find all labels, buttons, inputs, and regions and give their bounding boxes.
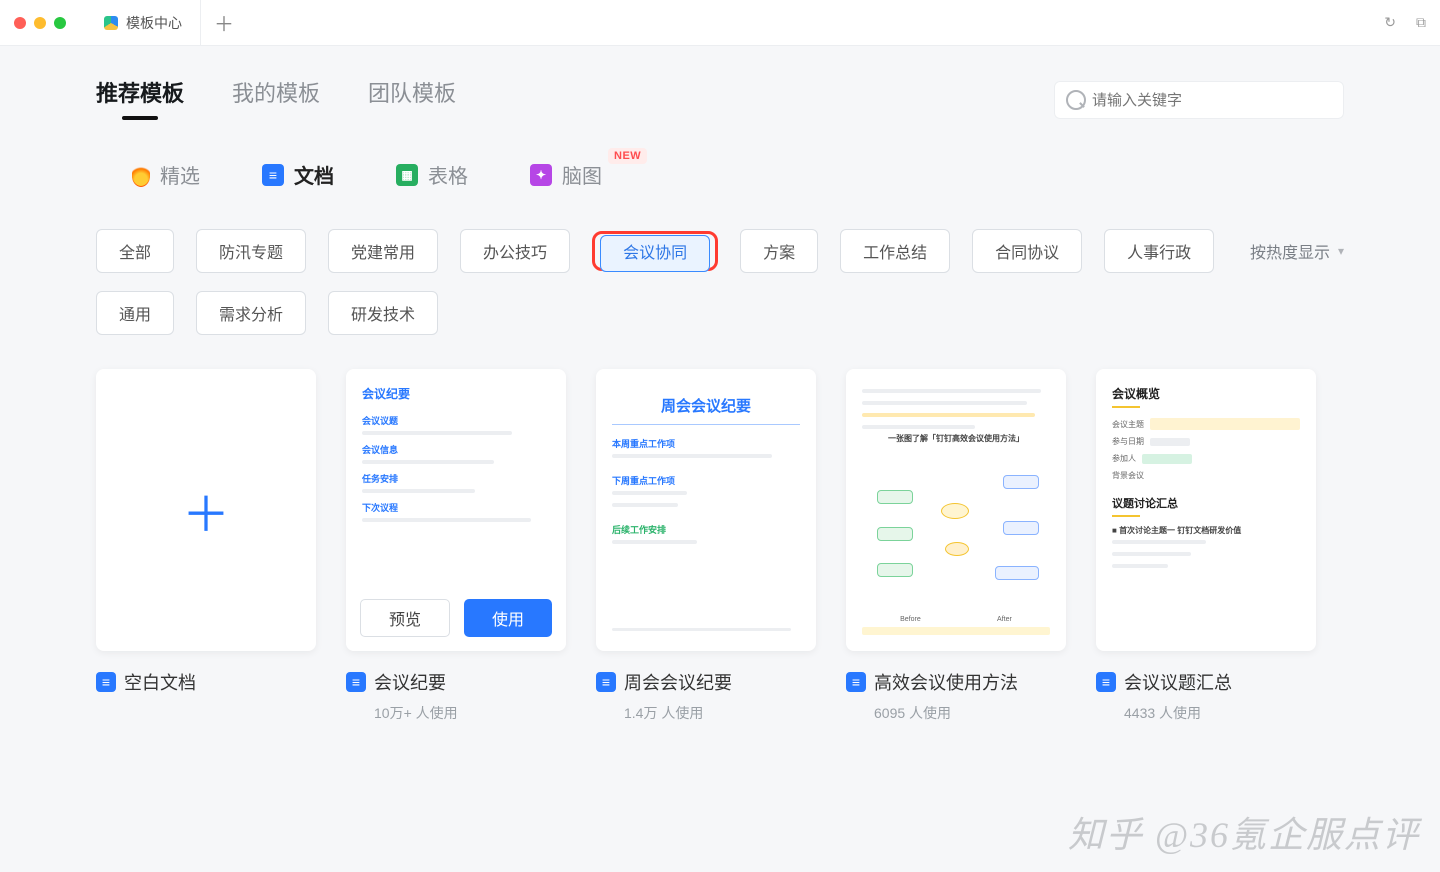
preview-title: 会议概览 bbox=[1112, 385, 1300, 402]
maximize-window-icon[interactable] bbox=[54, 17, 66, 29]
app-menu-icon[interactable]: ⧉ bbox=[1416, 14, 1426, 31]
preview-title: 一张图了解「钉钉高效会议使用方法」 bbox=[862, 433, 1050, 444]
window-controls bbox=[14, 17, 66, 29]
search-box bbox=[1054, 81, 1344, 119]
doc-icon bbox=[346, 672, 366, 692]
preview-section: 任务安排 bbox=[362, 472, 550, 485]
template-thumb: 一张图了解「钉钉高效会议使用方法」 Before After bbox=[846, 369, 1066, 651]
doc-icon bbox=[262, 164, 284, 186]
preview-bullet: 首次讨论主题一 钉钉文档研发价值 bbox=[1119, 526, 1241, 535]
type-tab-label: 精选 bbox=[160, 160, 200, 189]
template-name: 会议纪要 bbox=[374, 669, 446, 695]
type-tab-sheet[interactable]: 表格 bbox=[396, 160, 468, 189]
chip-office-tips[interactable]: 办公技巧 bbox=[460, 229, 570, 273]
template-thumb: 周会会议纪要 本周重点工作项 下周重点工作项 后续工作安排 bbox=[596, 369, 816, 651]
fire-icon bbox=[132, 164, 150, 186]
preview-section: 议题讨论汇总 bbox=[1112, 495, 1300, 511]
chip-contract[interactable]: 合同协议 bbox=[972, 229, 1082, 273]
template-card-effective-meeting[interactable]: 一张图了解「钉钉高效会议使用方法」 Before After bbox=[846, 369, 1066, 723]
main-content: 推荐模板 我的模板 团队模板 精选 文档 表格 脑图 NEW 全部 bbox=[0, 46, 1440, 872]
type-tab-label: 脑图 bbox=[562, 160, 602, 189]
main-nav-my-templates[interactable]: 我的模板 bbox=[232, 76, 320, 124]
compare-label: Before bbox=[900, 616, 921, 623]
chip-meeting-collab[interactable]: 会议协同 bbox=[600, 235, 710, 272]
close-window-icon[interactable] bbox=[14, 17, 26, 29]
preview-field-label: 背景会议 bbox=[1112, 470, 1144, 481]
template-usage: 6095 人使用 bbox=[874, 703, 1066, 723]
type-tab-mindmap[interactable]: 脑图 NEW bbox=[530, 160, 602, 189]
type-tab-label: 表格 bbox=[428, 160, 468, 189]
preview-field-label: 会议主题 bbox=[1112, 419, 1144, 430]
template-card-blank[interactable]: ＋ 空白文档 bbox=[96, 369, 316, 723]
doc-icon bbox=[846, 672, 866, 692]
sheet-icon bbox=[396, 164, 418, 186]
preview-section: 下次议程 bbox=[362, 501, 550, 514]
template-usage: 4433 人使用 bbox=[1124, 703, 1316, 723]
doc-icon bbox=[596, 672, 616, 692]
preview-section: 本周重点工作项 bbox=[612, 437, 800, 450]
template-card-meeting-minutes[interactable]: 会议纪要 会议议题 会议信息 任务安排 下次议程 预览 使用 会议纪要 10万+… bbox=[346, 369, 566, 723]
type-tabs: 精选 文档 表格 脑图 NEW bbox=[132, 160, 1344, 189]
template-name: 会议议题汇总 bbox=[1124, 669, 1232, 695]
filter-row-2: 通用 需求分析 研发技术 bbox=[96, 291, 1344, 335]
template-name: 周会会议纪要 bbox=[624, 669, 732, 695]
template-card-topics-summary[interactable]: 会议概览 会议主题 参与日期 参加人 背景会议 议题讨论汇总 bbox=[1096, 369, 1316, 723]
template-card-weekly-meeting[interactable]: 周会会议纪要 本周重点工作项 下周重点工作项 后续工作安排 周会会议纪要 1.4… bbox=[596, 369, 816, 723]
preview-field-label: 参与日期 bbox=[1112, 436, 1144, 447]
preview-button[interactable]: 预览 bbox=[360, 599, 450, 637]
search-input[interactable] bbox=[1054, 81, 1344, 119]
chip-work-summary[interactable]: 工作总结 bbox=[840, 229, 950, 273]
chip-party[interactable]: 党建常用 bbox=[328, 229, 438, 273]
main-nav-recommended[interactable]: 推荐模板 bbox=[96, 76, 184, 124]
chip-dev-tech[interactable]: 研发技术 bbox=[328, 291, 438, 335]
chip-flood[interactable]: 防汛专题 bbox=[196, 229, 306, 273]
tab-title: 模板中心 bbox=[126, 13, 182, 33]
chip-all[interactable]: 全部 bbox=[96, 229, 174, 273]
filter-row-1: 全部 防汛专题 党建常用 办公技巧 会议协同 方案 工作总结 合同协议 人事行政… bbox=[96, 229, 1344, 273]
doc-icon bbox=[1096, 672, 1116, 692]
template-thumb: 会议纪要 会议议题 会议信息 任务安排 下次议程 预览 使用 bbox=[346, 369, 566, 651]
sort-dropdown[interactable]: 按热度显示 bbox=[1250, 239, 1344, 263]
chip-requirement[interactable]: 需求分析 bbox=[196, 291, 306, 335]
mindmap-figure bbox=[862, 460, 1050, 612]
chip-general[interactable]: 通用 bbox=[96, 291, 174, 335]
preview-section: 会议议题 bbox=[362, 414, 550, 427]
card-hover-actions: 预览 使用 bbox=[346, 585, 566, 651]
template-usage: 10万+ 人使用 bbox=[374, 703, 566, 723]
doc-icon bbox=[96, 672, 116, 692]
template-thumb: 会议概览 会议主题 参与日期 参加人 背景会议 议题讨论汇总 bbox=[1096, 369, 1316, 651]
type-tab-featured[interactable]: 精选 bbox=[132, 160, 200, 189]
sync-icon[interactable]: ↻ bbox=[1384, 14, 1396, 31]
template-thumb: ＋ bbox=[96, 369, 316, 651]
preview-title: 会议纪要 bbox=[362, 385, 550, 402]
type-tab-label: 文档 bbox=[294, 160, 334, 189]
titlebar: 模板中心 ＋ ↻ ⧉ bbox=[0, 0, 1440, 46]
type-tab-doc[interactable]: 文档 bbox=[262, 160, 334, 189]
template-name: 空白文档 bbox=[124, 669, 196, 695]
preview-field-label: 参加人 bbox=[1112, 453, 1136, 464]
mindmap-icon bbox=[530, 164, 552, 186]
preview-section: 下周重点工作项 bbox=[612, 474, 800, 487]
new-tab-button[interactable]: ＋ bbox=[201, 8, 247, 37]
preview-section: 会议信息 bbox=[362, 443, 550, 456]
preview-title: 周会会议纪要 bbox=[612, 395, 800, 416]
template-name: 高效会议使用方法 bbox=[874, 669, 1018, 695]
browser-tab[interactable]: 模板中心 bbox=[86, 0, 201, 46]
minimize-window-icon[interactable] bbox=[34, 17, 46, 29]
template-grid: ＋ 空白文档 会议纪要 会议议题 会议信息 任务安排 下次议程 预览 bbox=[96, 369, 1344, 723]
main-nav-team-templates[interactable]: 团队模板 bbox=[368, 76, 456, 124]
preview-section: 后续工作安排 bbox=[612, 523, 800, 536]
new-badge: NEW bbox=[608, 148, 647, 164]
chip-hr-admin[interactable]: 人事行政 bbox=[1104, 229, 1214, 273]
main-nav: 推荐模板 我的模板 团队模板 bbox=[96, 76, 1344, 124]
template-usage: 1.4万 人使用 bbox=[624, 703, 816, 723]
compare-label: After bbox=[997, 616, 1012, 623]
use-button[interactable]: 使用 bbox=[464, 599, 552, 637]
plus-icon: ＋ bbox=[182, 475, 230, 545]
chip-meeting-highlight-box: 会议协同 bbox=[592, 231, 718, 271]
chip-plan[interactable]: 方案 bbox=[740, 229, 818, 273]
